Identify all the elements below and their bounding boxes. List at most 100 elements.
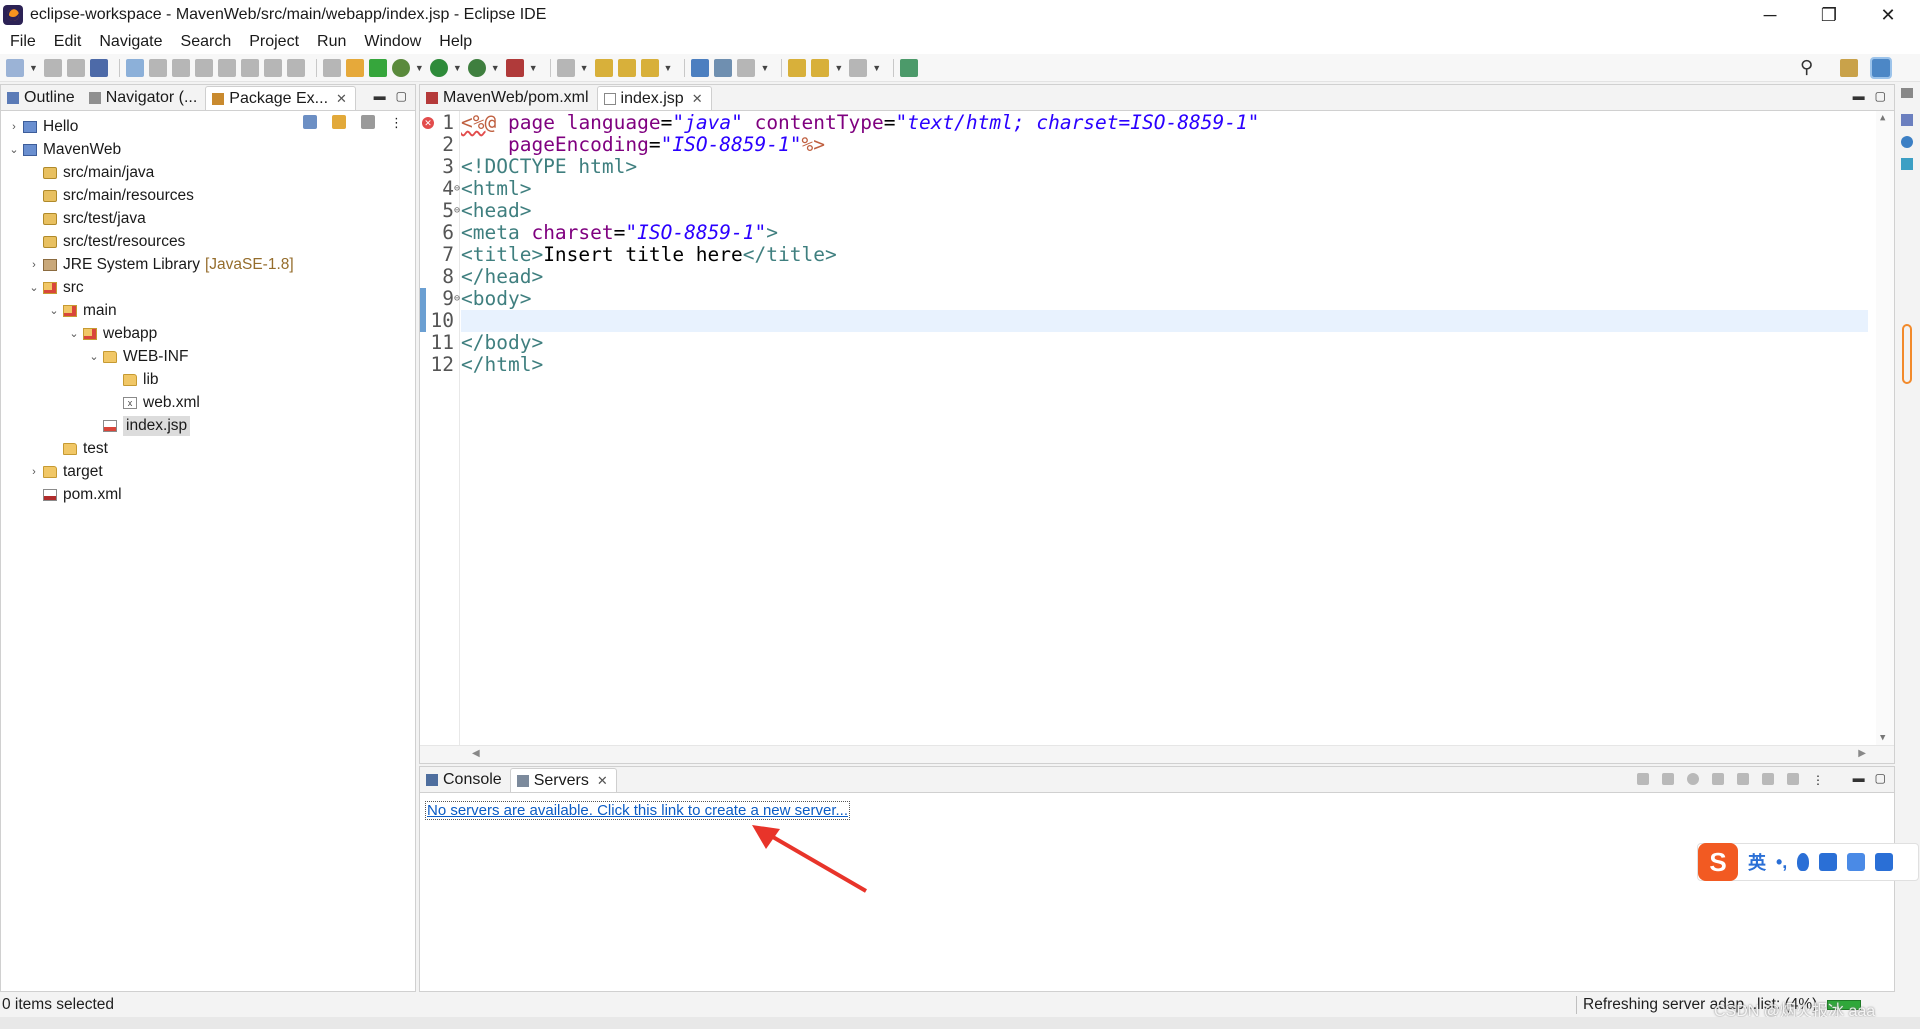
ime-punctuation-toggle[interactable]: •, <box>1776 852 1787 873</box>
minimize-pane-icon[interactable]: ▬ <box>374 89 386 103</box>
code-editor[interactable]: 1 2 3 4 ⊖ 5 ⊖ 6 7 8 9 ⊖ 10 11 12 <%@ page language="ja… <box>420 111 1894 745</box>
debug-icon[interactable] <box>391 58 410 77</box>
maximize-pane-icon[interactable]: ▢ <box>396 89 407 103</box>
tree-item[interactable]: src/test/resources <box>27 230 185 253</box>
restore-icon[interactable] <box>1901 88 1913 98</box>
menu-file[interactable]: File <box>10 33 36 51</box>
tree-item[interactable]: pom.xml <box>27 483 122 506</box>
tab-pom-xml[interactable]: MavenWeb/pom.xml <box>420 86 597 110</box>
fold-toggle-icon[interactable]: ⊖ <box>454 200 460 222</box>
tree-item[interactable]: ⌄ src <box>27 276 83 299</box>
expanded-chevron-icon[interactable]: ⌄ <box>7 143 21 156</box>
code-line[interactable]: <meta charset="ISO-8859-1"> <box>461 222 1868 244</box>
code-line[interactable]: </html> <box>461 354 1868 376</box>
view-menu-icon[interactable]: ⋮ <box>1812 773 1824 787</box>
code-line[interactable] <box>461 310 1868 332</box>
code-line[interactable]: <body> <box>461 288 1868 310</box>
tree-item[interactable]: › Hello <box>7 115 78 138</box>
tab-package-explorer[interactable]: Package Ex... ✕ <box>205 86 356 110</box>
dropdown-icon[interactable]: ▼ <box>760 63 769 73</box>
variables-icon[interactable] <box>1901 114 1913 126</box>
spring-icon[interactable] <box>368 58 387 77</box>
breakpoints-icon[interactable] <box>1901 136 1913 148</box>
create-server-link[interactable]: No servers are available. Click this lin… <box>425 801 851 820</box>
dropdown-icon[interactable]: ▼ <box>872 63 881 73</box>
close-icon[interactable]: ✕ <box>597 773 608 789</box>
code-line[interactable]: </body> <box>461 332 1868 354</box>
tree-item[interactable]: src/test/java <box>27 207 146 230</box>
search-icon[interactable]: ⚲ <box>1800 57 1813 78</box>
fold-toggle-icon[interactable]: ⊖ <box>454 178 460 200</box>
forward-icon[interactable] <box>849 58 868 77</box>
tree-item[interactable]: src/main/resources <box>27 184 194 207</box>
clean-icon[interactable] <box>1787 773 1799 785</box>
fold-toggle-icon[interactable]: ⊖ <box>454 288 460 310</box>
code-line[interactable]: pageEncoding="ISO-8859-1"%> <box>461 134 1868 156</box>
collapse-all-icon[interactable] <box>303 115 317 129</box>
open-type-icon[interactable] <box>594 58 613 77</box>
menu-run[interactable]: Run <box>317 33 346 51</box>
tab-outline[interactable]: Outline <box>1 86 83 110</box>
java-ee-perspective-icon[interactable] <box>1870 57 1892 79</box>
horizontal-scrollbar[interactable]: ◀ ▶ <box>420 745 1894 763</box>
tree-item[interactable]: ⌄ webapp <box>67 322 157 345</box>
use-step-filters-icon[interactable] <box>345 58 364 77</box>
error-marker-icon[interactable]: ✕ <box>422 117 434 129</box>
tab-index-jsp[interactable]: index.jsp ✕ <box>596 86 712 110</box>
code-line[interactable]: </head> <box>461 266 1868 288</box>
maximize-pane-icon[interactable]: ▢ <box>1875 771 1886 785</box>
pin-editor-icon[interactable] <box>900 58 919 77</box>
annotation-icon[interactable] <box>714 58 733 77</box>
code-line[interactable]: <%@ page language="java" contentType="te… <box>461 112 1868 134</box>
tree-item[interactable]: x web.xml <box>107 391 200 414</box>
tree-item[interactable]: ⌄ main <box>47 299 116 322</box>
run-icon[interactable] <box>429 58 448 77</box>
tab-servers[interactable]: Servers ✕ <box>509 768 617 792</box>
start-server-icon[interactable] <box>1687 773 1699 785</box>
step-into-icon[interactable] <box>240 58 259 77</box>
dropdown-icon[interactable]: ▼ <box>415 63 424 73</box>
stop-server-icon[interactable] <box>1737 773 1749 785</box>
collapsed-chevron-icon[interactable]: › <box>27 259 41 271</box>
code-line[interactable]: <head> <box>461 200 1868 222</box>
new-icon[interactable] <box>6 58 24 77</box>
overview-ruler-thumb[interactable] <box>1902 324 1912 384</box>
tree-item[interactable]: index.jsp <box>87 414 191 437</box>
skin-icon[interactable] <box>1847 853 1866 871</box>
menu-project[interactable]: Project <box>249 33 299 51</box>
microphone-icon[interactable] <box>1797 853 1810 871</box>
collapsed-chevron-icon[interactable]: › <box>7 121 21 133</box>
open-task-icon[interactable] <box>617 58 636 77</box>
dropdown-icon[interactable]: ▼ <box>29 63 38 73</box>
tree-item[interactable]: lib <box>107 368 159 391</box>
save-icon[interactable] <box>43 58 62 77</box>
dropdown-icon[interactable]: ▼ <box>580 63 589 73</box>
expanded-chevron-icon[interactable]: ⌄ <box>47 304 61 317</box>
search-toolbar-icon[interactable] <box>640 58 659 77</box>
dropdown-icon[interactable]: ▼ <box>453 63 462 73</box>
dropdown-icon[interactable]: ▼ <box>491 63 500 73</box>
vertical-scrollbar[interactable]: ▲ ▼ <box>1876 111 1894 745</box>
expanded-chevron-icon[interactable]: ⌄ <box>67 327 81 340</box>
link-with-editor-icon[interactable] <box>332 115 346 129</box>
menu-search[interactable]: Search <box>181 33 232 51</box>
dropdown-icon[interactable]: ▼ <box>529 63 538 73</box>
restore-button[interactable]: ❐ <box>1800 0 1858 30</box>
last-edit-icon[interactable] <box>788 58 807 77</box>
resume-icon[interactable] <box>148 58 167 77</box>
keyboard-icon[interactable] <box>1819 853 1838 871</box>
scroll-down-icon[interactable]: ▼ <box>1880 733 1885 743</box>
close-window-button[interactable]: ✕ <box>1859 0 1917 30</box>
dropdown-icon[interactable]: ▼ <box>664 63 673 73</box>
menu-window[interactable]: Window <box>364 33 421 51</box>
next-annotation-icon[interactable] <box>737 58 756 77</box>
expanded-chevron-icon[interactable]: ⌄ <box>27 281 41 294</box>
scroll-left-icon[interactable]: ◀ <box>472 748 480 759</box>
code-line[interactable]: <html> <box>461 178 1868 200</box>
scroll-right-icon[interactable]: ▶ <box>1858 748 1866 759</box>
collapse-all-icon[interactable] <box>1637 773 1649 785</box>
minimize-pane-icon[interactable]: ▬ <box>1853 771 1865 785</box>
menu-help[interactable]: Help <box>439 33 472 51</box>
tree-item[interactable]: › JRE System Library [JavaSE-1.8] <box>27 253 294 276</box>
back-icon[interactable] <box>811 58 830 77</box>
